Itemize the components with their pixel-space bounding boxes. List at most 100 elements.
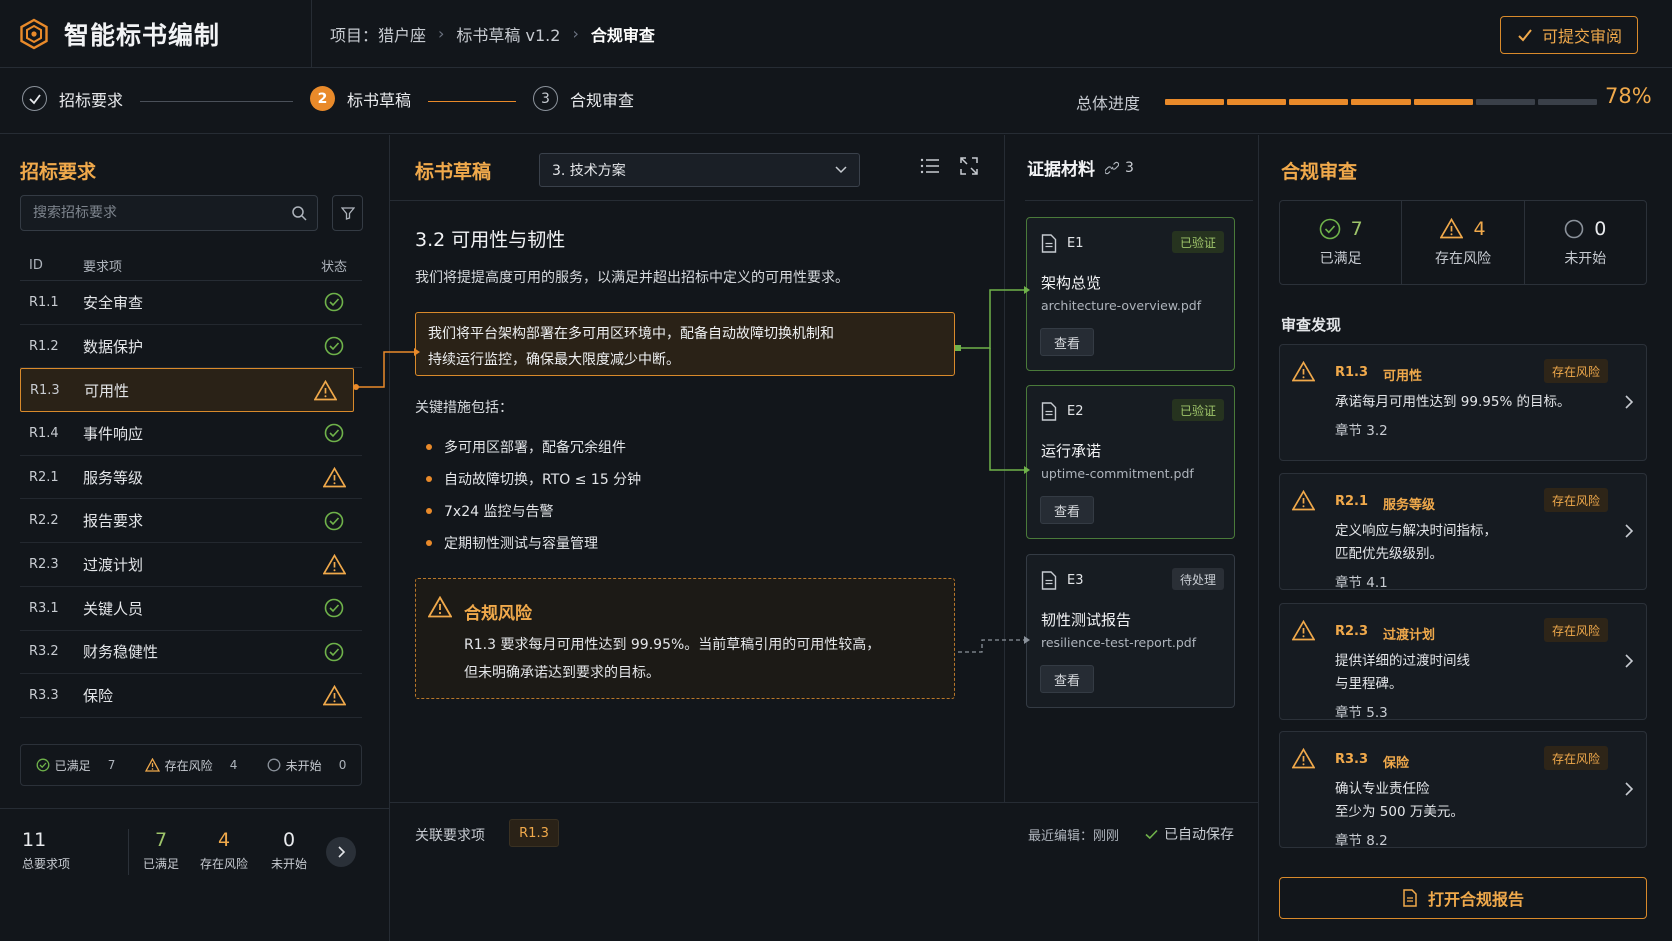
- review-summary-todo: 0 未开始: [1523, 201, 1646, 284]
- check-icon: [1145, 829, 1158, 840]
- brand: 智能标书编制: [0, 0, 312, 68]
- view-button[interactable]: 查看: [1040, 665, 1094, 693]
- check-circle-icon: [306, 642, 362, 662]
- requirements-search-input[interactable]: [33, 205, 273, 221]
- view-button[interactable]: 查看: [1040, 496, 1094, 524]
- status-badge: 存在风险: [1543, 359, 1608, 383]
- chevron-right-icon: ›: [572, 24, 579, 43]
- progress-percent: 78%: [1605, 84, 1652, 108]
- summary-ok: 已满足 7: [36, 757, 115, 774]
- breadcrumb-current: 合规审查: [590, 25, 655, 45]
- divider: [128, 829, 129, 875]
- finding-card[interactable]: R2.1 服务等级 存在风险 定义响应与解决时间指标， 匹配优先级级别。 章节 4.1: [1279, 473, 1647, 591]
- check-circle-icon: [306, 598, 362, 618]
- finding-description: 承诺每月可用性达到 99.95% 的目标。: [1335, 394, 1571, 410]
- step-review[interactable]: 3 合规审查: [533, 86, 634, 111]
- breadcrumb: 项目：猎户座 › 标书草稿 v1.2 › 合规审查: [312, 22, 655, 46]
- finding-chapter: 章节 5.3: [1335, 705, 1388, 721]
- finding-name: 可用性: [1383, 369, 1423, 384]
- bullet-icon: [426, 508, 432, 514]
- step-requirements[interactable]: 招标要求: [22, 86, 123, 111]
- last-edit-label: 最近编辑：刚刚: [1028, 829, 1120, 844]
- evidence-card[interactable]: E1 已验证 架构总览 architecture-overview.pdf 查看: [1026, 217, 1235, 371]
- finding-card[interactable]: R1.3 可用性 存在风险承诺每月可用性达到 99.95% 的目标。 章节 3.2: [1279, 344, 1647, 461]
- evidence-file: uptime-commitment.pdf: [1041, 466, 1194, 481]
- requirement-row[interactable]: R2.3 过渡计划: [20, 543, 362, 587]
- list-icon[interactable]: [920, 157, 940, 175]
- requirement-row[interactable]: R1.1 安全审查: [20, 281, 362, 325]
- finding-card[interactable]: R2.3 过渡计划 存在风险 提供详细的过渡时间线 与里程碑。 章节 5.3: [1279, 603, 1647, 721]
- search-icon[interactable]: [291, 205, 307, 221]
- document-icon: [1041, 402, 1057, 421]
- list-item: 多可用区部署，配备冗余组件: [426, 431, 641, 463]
- requirements-footer: 11 总要求项 7 已满足 4 存在风险 0 未开始: [0, 808, 390, 941]
- check-circle-icon: [306, 292, 362, 312]
- progress-segment: [1227, 99, 1287, 105]
- footer-risk: 4 存在风险: [199, 829, 248, 871]
- finding-chapter: 章节 3.2: [1335, 423, 1388, 439]
- evidence-file: resilience-test-report.pdf: [1041, 635, 1197, 650]
- app-title: 智能标书编制: [64, 20, 221, 50]
- evidence-name: 架构总览: [1041, 274, 1102, 292]
- check-circle-icon: [306, 336, 362, 356]
- evidence-name: 韧性测试报告: [1041, 611, 1132, 629]
- review-summary-risk: 4 存在风险: [1401, 201, 1523, 284]
- finding-name: 保险: [1383, 756, 1410, 771]
- requirements-title: 招标要求: [20, 161, 97, 183]
- requirement-row[interactable]: R3.2 财务稳健性: [20, 631, 362, 675]
- footer-ok: 7 已满足: [142, 829, 179, 871]
- column-id: ID: [29, 258, 43, 273]
- compliance-risk-callout: 合规风险 R1.3 要求每月可用性达到 99.95%。当前草稿引用的可用性较高，…: [415, 578, 955, 699]
- open-report-button[interactable]: 打开合规报告: [1279, 877, 1647, 919]
- requirement-id: R2.3: [29, 556, 59, 572]
- warning-icon: [1292, 490, 1315, 511]
- chevron-right-icon: [1624, 782, 1634, 796]
- view-button[interactable]: 查看: [1040, 328, 1094, 356]
- expand-icon[interactable]: [960, 157, 978, 175]
- requirement-name: 关键人员: [83, 599, 144, 618]
- step-draft[interactable]: 2 标书草稿: [310, 86, 411, 111]
- highlighted-passage[interactable]: 我们将平台架构部署在多可用区环境中，配备自动故障切换机制和 持续运行监控，确保最…: [415, 312, 955, 376]
- finding-name: 过渡计划: [1383, 628, 1436, 643]
- finding-card[interactable]: R3.3 保险 存在风险 确认专业责任险 至少为 500 万美元。 章节 8.2: [1279, 731, 1647, 849]
- requirement-name: 保险: [83, 687, 114, 706]
- requirement-name: 可用性: [84, 381, 130, 400]
- requirement-id: R2.2: [29, 513, 59, 529]
- section-select-value: 3. 技术方案: [552, 163, 626, 179]
- evidence-title: 证据材料: [1027, 160, 1095, 180]
- evidence-card[interactable]: E2 已验证 运行承诺 uptime-commitment.pdf 查看: [1026, 385, 1235, 539]
- summary-todo: 未开始 0: [267, 757, 346, 774]
- submit-review-label: 可提交审阅: [1541, 27, 1622, 46]
- check-icon: [22, 86, 47, 111]
- step-connector: [428, 101, 516, 102]
- linked-requirement-tag[interactable]: R1.3: [509, 819, 559, 847]
- bullet-icon: [426, 540, 432, 546]
- section-select[interactable]: 3. 技术方案: [539, 153, 860, 187]
- requirement-row[interactable]: R3.1 关键人员: [20, 587, 362, 631]
- requirement-row[interactable]: R1.4 事件响应: [20, 412, 362, 456]
- next-button[interactable]: [326, 837, 356, 867]
- requirement-row[interactable]: R1.3 可用性: [20, 368, 354, 413]
- requirement-row[interactable]: R2.1 服务等级: [20, 456, 362, 500]
- requirement-id: R3.3: [29, 688, 59, 704]
- requirements-summary: 已满足 7 存在风险 4 未开始 0: [20, 744, 362, 786]
- evidence-card[interactable]: E3 待处理 韧性测试报告 resilience-test-report.pdf 查看: [1026, 554, 1235, 708]
- progress-segment: [1475, 99, 1535, 105]
- column-status: 状态: [320, 260, 347, 275]
- evidence-name: 运行承诺: [1041, 442, 1102, 460]
- finding-id: R1.3: [1335, 365, 1369, 380]
- doc-check-icon: [1516, 26, 1534, 44]
- finding-chapter: 章节 8.2: [1335, 833, 1388, 849]
- submit-review-button[interactable]: 可提交审阅: [1500, 16, 1638, 54]
- evidence-status-badge: 已验证: [1171, 399, 1224, 421]
- finding-description: 提供详细的过渡时间线 与里程碑。: [1335, 653, 1470, 692]
- requirement-row[interactable]: R3.3 保险: [20, 674, 362, 718]
- breadcrumb-project[interactable]: 项目：猎户座: [330, 22, 426, 46]
- breadcrumb-draft[interactable]: 标书草稿 v1.2: [456, 22, 560, 46]
- requirement-row[interactable]: R2.2 报告要求: [20, 499, 362, 544]
- requirement-id: R1.1: [29, 294, 59, 310]
- list-item: 定期韧性测试与容量管理: [426, 527, 641, 559]
- filter-button[interactable]: [332, 195, 363, 231]
- hexagon-logo-icon: [18, 18, 50, 50]
- requirement-row[interactable]: R1.2 数据保护: [20, 325, 362, 369]
